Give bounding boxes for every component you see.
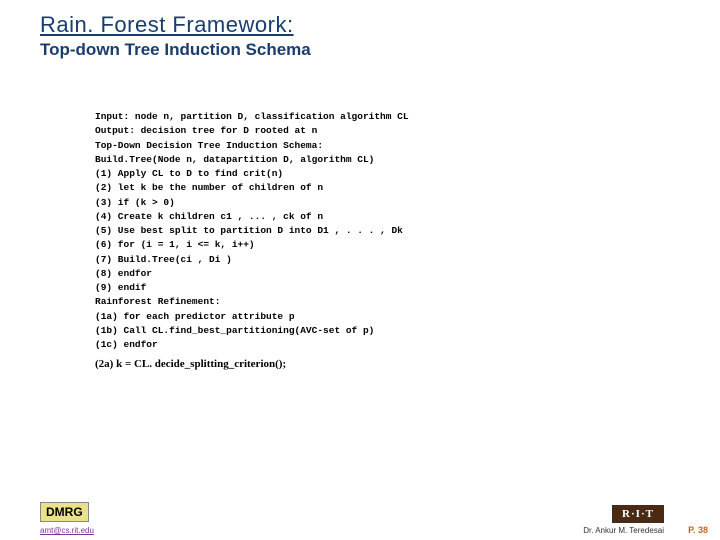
rit-logo: R·I·T (612, 505, 664, 523)
dmrg-badge: DMRG (40, 502, 89, 522)
code-line: (1) Apply CL to D to find crit(n) (95, 167, 720, 181)
page-title: Rain. Forest Framework: (40, 12, 720, 38)
code-line: (1b) Call CL.find_best_partitioning(AVC-… (95, 324, 720, 338)
author-label: Dr. Ankur M. Teredesai (583, 526, 664, 535)
code-line: Rainforest Refinement: (95, 295, 720, 309)
code-line: (1a) for each predictor attribute p (95, 310, 720, 324)
code-line: (5) Use best split to partition D into D… (95, 224, 720, 238)
code-line: (2) let k be the number of children of n (95, 181, 720, 195)
code-line: (6) for (i = 1, i <= k, i++) (95, 238, 720, 252)
code-line: Top-Down Decision Tree Induction Schema: (95, 139, 720, 153)
code-line: (4) Create k children c1 , ... , ck of n (95, 210, 720, 224)
page-subtitle: Top-down Tree Induction Schema (40, 40, 720, 60)
code-line: (7) Build.Tree(ci , Di ) (95, 253, 720, 267)
code-line: Build.Tree(Node n, datapartition D, algo… (95, 153, 720, 167)
code-line: (1c) endfor (95, 338, 720, 352)
email-link[interactable]: amt@cs.rit.edu (40, 526, 94, 535)
code-line: Input: node n, partition D, classificati… (95, 110, 720, 124)
page-number: P. 38 (688, 525, 708, 535)
code-line: (9) endif (95, 281, 720, 295)
code-line: (3) if (k > 0) (95, 196, 720, 210)
code-footer-line: (2a) k = CL. decide_splitting_criterion(… (95, 358, 720, 370)
code-line: (8) endfor (95, 267, 720, 281)
code-block: Input: node n, partition D, classificati… (95, 110, 720, 352)
code-line: Output: decision tree for D rooted at n (95, 124, 720, 138)
footer: DMRG amt@cs.rit.edu R·I·T Dr. Ankur M. T… (0, 502, 720, 540)
